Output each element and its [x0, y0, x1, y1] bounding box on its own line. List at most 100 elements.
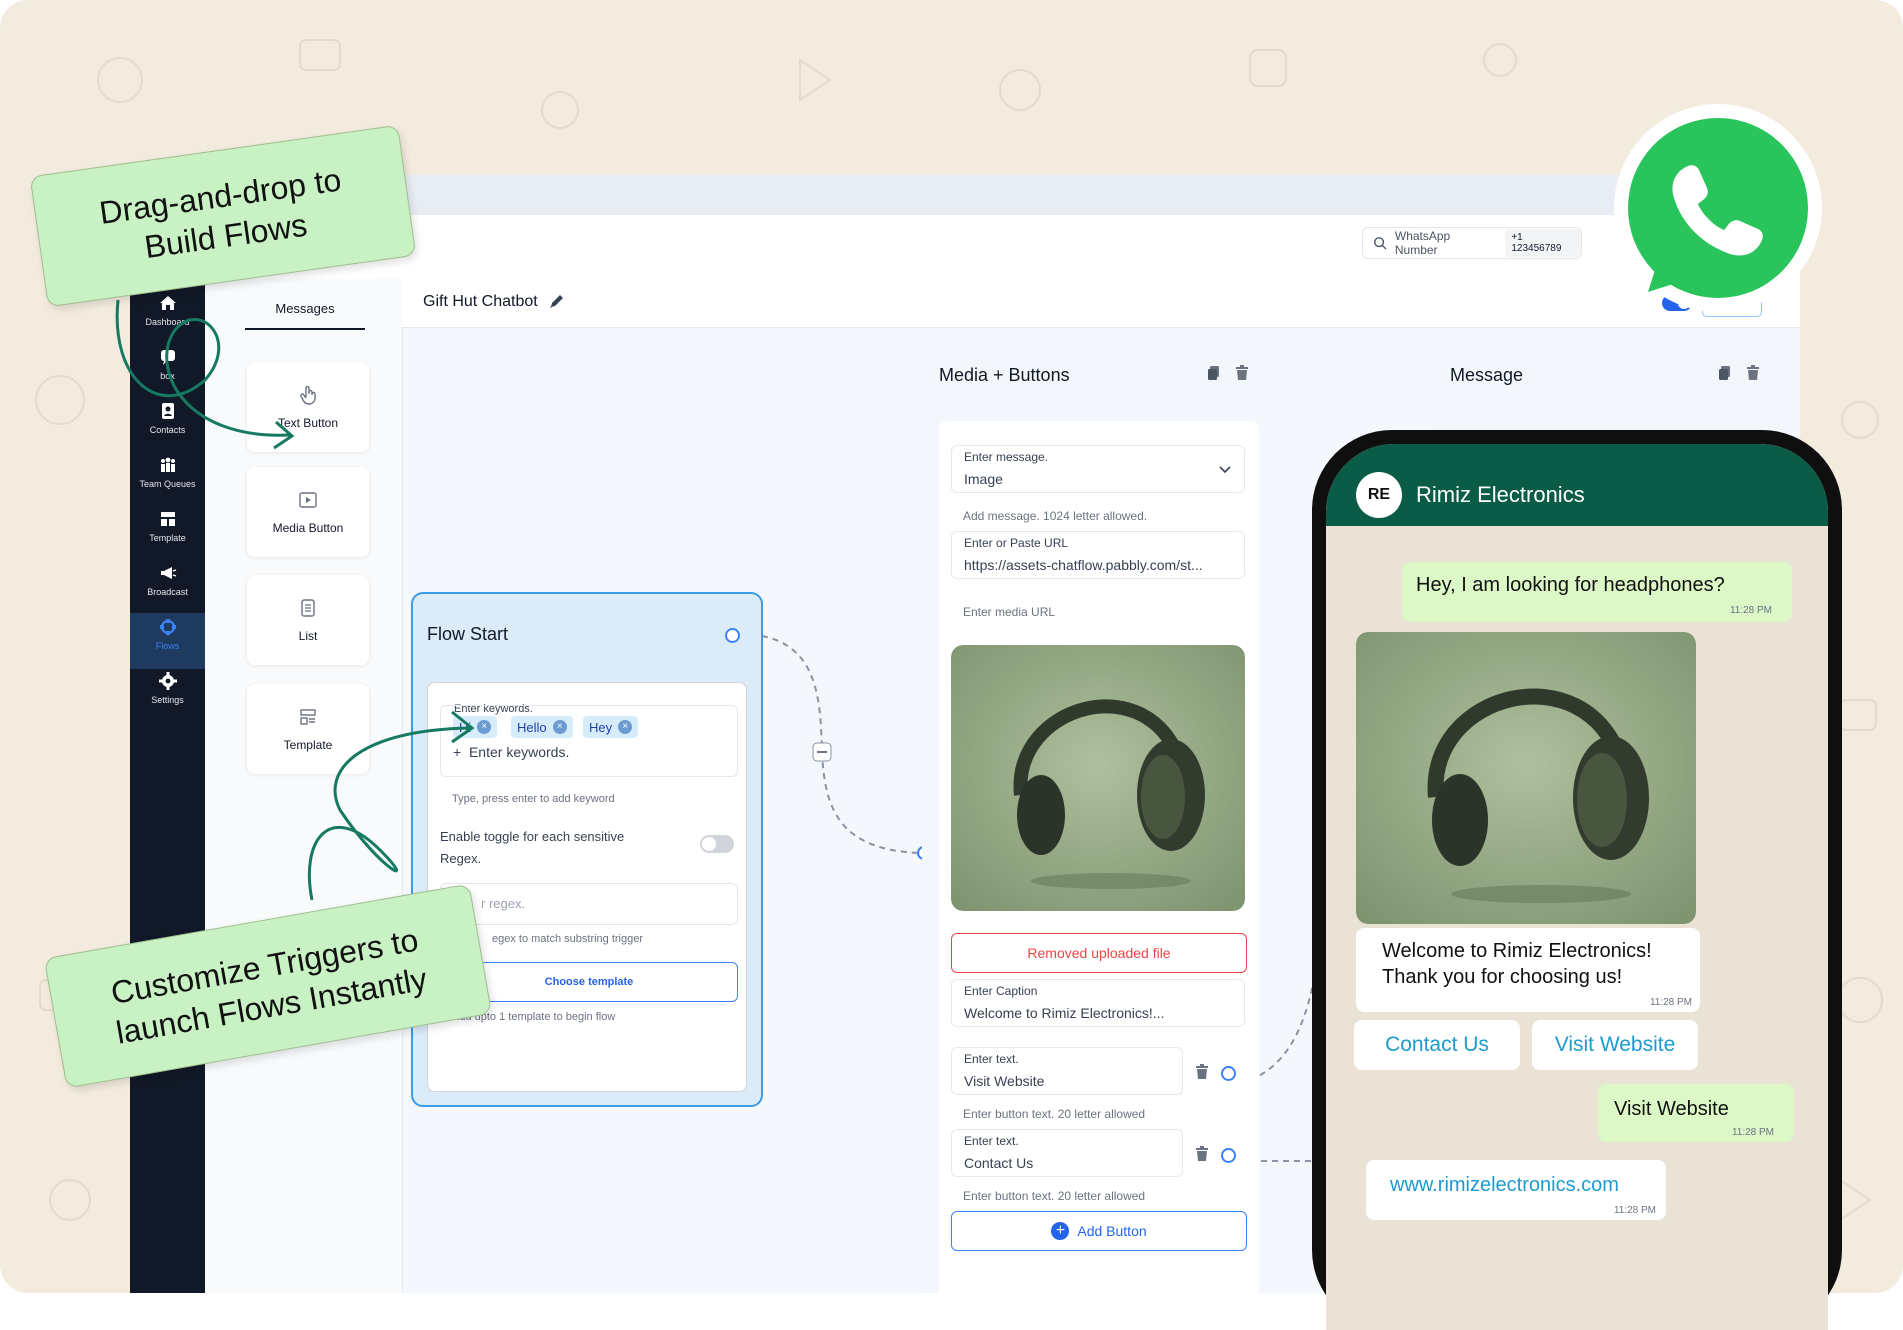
- chat-header: RE Rimiz Electronics: [1326, 444, 1828, 526]
- message-node-title: Message: [1450, 365, 1524, 385]
- regex-toggle-label-1: Enable toggle for each sensitive: [440, 829, 625, 844]
- outgoing-message: Hey, I am looking for headphones? 11:28 …: [1402, 562, 1792, 622]
- palette-template-label: Template: [283, 738, 333, 752]
- flow-start-output-handle[interactable]: [725, 628, 740, 643]
- keyword-chip[interactable]: Hey ×: [583, 716, 639, 738]
- play-icon: [299, 492, 317, 508]
- sidebar-item-contacts[interactable]: Contacts: [130, 401, 205, 453]
- flow-start-title: Flow Start: [427, 624, 509, 644]
- palette-media-button[interactable]: Media Button: [247, 467, 369, 557]
- palette-template[interactable]: Template: [247, 684, 369, 774]
- team-icon: [160, 457, 175, 472]
- edit-pencil-icon[interactable]: [547, 291, 567, 311]
- sidebar-item-team-queues[interactable]: Team Queues: [130, 455, 205, 507]
- welcome-line-2: Thank you for choosing us!: [1382, 966, 1623, 988]
- whatsapp-chat-screen: RE Rimiz Electronics Hey, I am looking f…: [1326, 444, 1828, 1330]
- palette-text-button-label: Text Button: [277, 416, 339, 430]
- sidebar-item-broadcast[interactable]: Broadcast: [130, 563, 205, 615]
- button-1-text-input[interactable]: Enter text. Visit Website: [951, 1047, 1183, 1095]
- button-1-help: Enter button text. 20 letter allowed: [963, 1107, 1146, 1121]
- delete-icon[interactable]: [1235, 365, 1249, 381]
- delete-button-1-icon[interactable]: [1195, 1064, 1209, 1080]
- contact-us-reply-button[interactable]: Contact Us: [1354, 1020, 1520, 1070]
- keyword-chip[interactable]: Hi ×: [453, 716, 498, 738]
- whatsapp-number-search[interactable]: WhatsApp Number +1 123456789: [1362, 227, 1582, 259]
- message-type-value: Image: [964, 471, 1003, 487]
- keywords-input[interactable]: Hi × Hello × Hey × + Enter keywords.: [440, 705, 738, 777]
- button-2-label: Enter text.: [964, 1134, 1019, 1148]
- regex-toggle[interactable]: [700, 835, 734, 853]
- copy-icon[interactable]: [1718, 365, 1732, 381]
- search-label: WhatsApp Number: [1394, 229, 1451, 257]
- palette-list-label: List: [298, 629, 318, 643]
- sidebar-label-template: Template: [149, 533, 186, 543]
- caption-input[interactable]: Enter Caption Welcome to Rimiz Electroni…: [951, 979, 1245, 1027]
- delete-icon[interactable]: [1746, 365, 1760, 381]
- button-2-text-input[interactable]: Enter text. Contact Us: [951, 1129, 1183, 1177]
- contacts-icon: [161, 403, 174, 419]
- chat-headphones-image: [1356, 632, 1696, 924]
- flow-start-settings: Enter keywords. Hi × Hello × Hey × + Enter …: [427, 682, 747, 1092]
- sidebar-item-inbox[interactable]: box: [130, 347, 205, 399]
- outgoing-message: Visit Website 11:28 PM: [1598, 1084, 1794, 1142]
- delete-button-2-icon[interactable]: [1195, 1146, 1209, 1162]
- regex-help: egex to match substring trigger: [492, 933, 644, 945]
- copy-icon[interactable]: [1207, 365, 1221, 381]
- welcome-line-1: Welcome to Rimiz Electronics!: [1382, 940, 1652, 962]
- media-buttons-node[interactable]: Media + Buttons Enter message. Image Add…: [922, 333, 1260, 1301]
- website-link[interactable]: www.rimizelectronics.com: [1390, 1174, 1619, 1197]
- button-2-help: Enter button text. 20 letter allowed: [963, 1189, 1146, 1203]
- message-help: Add message. 1024 letter allowed.: [963, 509, 1148, 523]
- remove-keyword-icon[interactable]: ×: [552, 720, 567, 734]
- caption-value: Welcome to Rimiz Electronics!...: [964, 1005, 1165, 1021]
- keyword-chip[interactable]: Hello ×: [511, 716, 573, 738]
- button-2-output-handle[interactable]: [1221, 1148, 1236, 1163]
- layout-icon: [300, 709, 316, 725]
- palette-text-button[interactable]: Text Button: [247, 362, 369, 452]
- sidebar-item-settings[interactable]: Settings: [130, 671, 205, 723]
- sidebar-item-template[interactable]: Template: [130, 509, 205, 561]
- keyword-text: Hi: [459, 719, 472, 735]
- add-button-label: Add Button: [1077, 1223, 1147, 1239]
- palette-list[interactable]: List: [247, 575, 369, 665]
- remove-keyword-icon[interactable]: ×: [618, 720, 633, 734]
- tab-messages[interactable]: Messages: [245, 301, 365, 330]
- home-icon: [159, 296, 176, 310]
- chat-icon: [160, 350, 175, 365]
- media-url-value: https://assets-chatflow.pabbly.com/st...: [964, 557, 1203, 573]
- palette-media-button-label: Media Button: [272, 521, 344, 535]
- search-icon: [1374, 237, 1387, 250]
- media-url-help: Enter media URL: [963, 605, 1056, 619]
- button-1-label: Enter text.: [964, 1052, 1019, 1066]
- add-button[interactable]: + Add Button: [951, 1211, 1247, 1251]
- flow-start-node[interactable]: Flow Start Enter keywords. Hi × Hello × He…: [411, 592, 763, 1107]
- sidebar-label-contacts: Contacts: [149, 425, 186, 435]
- button-1-output-handle[interactable]: [1221, 1066, 1236, 1081]
- caption-label: Enter Caption: [964, 984, 1038, 998]
- keywords-help: Type, press enter to add keyword: [452, 793, 615, 805]
- gear-icon: [158, 672, 177, 690]
- message-time: 11:28 PM: [1649, 997, 1692, 1008]
- sidebar-item-dashboard[interactable]: Dashboard: [130, 293, 205, 345]
- whatsapp-logo-icon: [1614, 104, 1822, 312]
- whatsapp-number: +1 123456789: [1505, 229, 1581, 257]
- media-buttons-title: Media + Buttons: [939, 365, 1070, 385]
- message-palette: Messages Text Button Media Button List T…: [205, 279, 403, 1293]
- sidebar-item-flows[interactable]: Flows: [130, 613, 205, 669]
- message-type-label: Enter message.: [964, 450, 1049, 464]
- message-text: Visit Website: [1614, 1098, 1729, 1120]
- message-time: 11:28 PM: [1613, 1205, 1656, 1216]
- media-url-input[interactable]: Enter or Paste URL https://assets-chatfl…: [951, 531, 1245, 579]
- message-time: 11:28 PM: [1729, 605, 1772, 616]
- regex-input[interactable]: r regex.: [440, 883, 738, 925]
- message-type-select[interactable]: Enter message. Image: [951, 445, 1245, 493]
- megaphone-icon: [160, 567, 176, 579]
- button-2-value: Contact Us: [964, 1155, 1034, 1171]
- sidebar-label-flows: Flows: [155, 641, 180, 651]
- link-message: www.rimizelectronics.com 11:28 PM: [1366, 1160, 1666, 1220]
- remove-uploaded-file-button[interactable]: Removed uploaded file: [951, 933, 1247, 973]
- remove-keyword-icon[interactable]: ×: [477, 720, 492, 734]
- visit-website-reply-button[interactable]: Visit Website: [1532, 1020, 1698, 1070]
- phone-mockup: RE Rimiz Electronics Hey, I am looking f…: [1312, 430, 1842, 1330]
- list-icon: [301, 599, 315, 617]
